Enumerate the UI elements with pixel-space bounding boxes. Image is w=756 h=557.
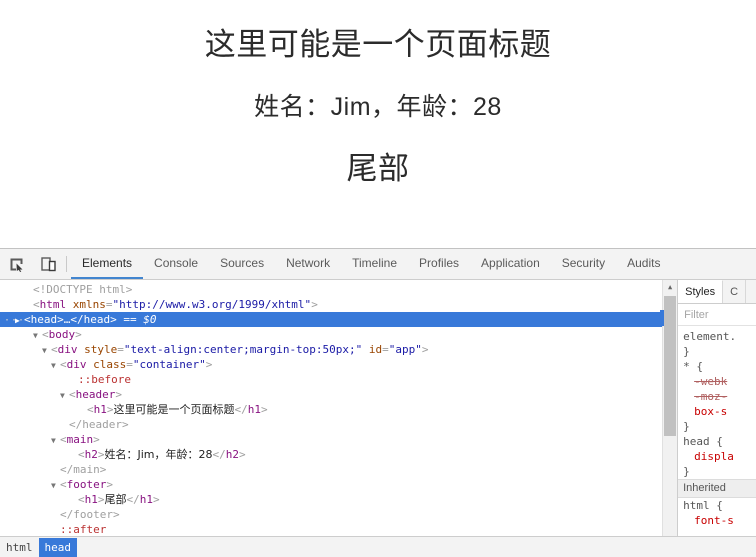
css-line[interactable]: element.	[678, 329, 756, 344]
dom-row-h2-body[interactable]: <h2>姓名：Jim，年龄：28</h2>	[0, 447, 677, 462]
styles-filter-input[interactable]: Filter	[678, 304, 756, 326]
dom-row-h1-title[interactable]: <h1>这里可能是一个页面标题</h1>	[0, 402, 677, 417]
dom-row-h1-footer[interactable]: <h1>尾部</h1>	[0, 492, 677, 507]
page-title: 这里可能是一个页面标题	[204, 27, 552, 62]
css-line[interactable]: html {	[678, 498, 756, 513]
css-line[interactable]: displa	[678, 449, 756, 464]
disclosure-triangle-icon[interactable]: ▶	[15, 313, 24, 327]
tab-timeline[interactable]: Timeline	[341, 249, 408, 279]
toolbar-icon-group	[0, 249, 32, 279]
page-viewport: 这里可能是一个页面标题 姓名：Jim，年龄：28 尾部	[0, 0, 756, 248]
disclosure-triangle-icon[interactable]: ▼	[42, 343, 51, 357]
device-toolbar-icon[interactable]	[38, 254, 58, 274]
styles-rule-group-element: element.} * {-webk -moz-box-s}	[678, 329, 756, 434]
disclosure-triangle-icon[interactable]: ▼	[51, 433, 60, 447]
devtools-tabs: Elements Console Sources Network Timelin…	[71, 249, 671, 279]
page-body-text: 姓名：Jim，年龄：28	[254, 92, 502, 121]
dom-tree: <!DOCTYPE html> <html xmlns="http://www.w…	[0, 280, 678, 552]
tab-computed[interactable]: C	[723, 280, 747, 303]
css-line[interactable]: }	[678, 419, 756, 434]
css-line[interactable]: * {	[678, 359, 756, 374]
dom-row-main-close[interactable]: </main>	[0, 462, 677, 477]
tab-console[interactable]: Console	[143, 249, 209, 279]
dom-tree-pane: <!DOCTYPE html> <html xmlns="http://www.w…	[0, 280, 678, 557]
more-dots-icon: ···	[4, 315, 26, 326]
dom-row-footer-open[interactable]: ▼ <footer>	[0, 477, 677, 492]
toolbar-divider	[66, 256, 67, 272]
dom-row-header-open[interactable]: ▼ <header>	[0, 387, 677, 402]
dom-tree-scrollbar[interactable]: ▲ ▼	[660, 280, 678, 557]
devtools-panel: Elements Console Sources Network Timelin…	[0, 248, 756, 557]
css-line[interactable]: -webk	[678, 374, 756, 389]
breadcrumb-item-html[interactable]: html	[0, 538, 39, 557]
dom-row-doctype[interactable]: <!DOCTYPE html>	[0, 282, 677, 297]
tab-sources[interactable]: Sources	[209, 249, 275, 279]
css-line[interactable]: -moz-	[678, 389, 756, 404]
dom-row-main-open[interactable]: ▼ <main>	[0, 432, 677, 447]
tab-security[interactable]: Security	[551, 249, 616, 279]
tab-elements[interactable]: Elements	[71, 249, 144, 279]
inspect-element-icon[interactable]	[6, 254, 26, 274]
inherited-section-label: Inherited	[678, 479, 756, 498]
styles-rule-group-html: html {font-s	[678, 498, 756, 528]
scrollbar-selection-marker	[660, 310, 665, 326]
dom-row-header-close[interactable]: </header>	[0, 417, 677, 432]
dom-row-div-container[interactable]: ▼ <div class="container">	[0, 357, 677, 372]
dom-row-after[interactable]: ::after	[0, 522, 677, 537]
css-line[interactable]: }	[678, 464, 756, 479]
dom-row-body-open[interactable]: ▼ <body>	[0, 327, 677, 342]
disclosure-triangle-icon[interactable]: ▼	[51, 478, 60, 492]
styles-rule-group-head: head {displa}	[678, 434, 756, 479]
page-footer-text: 尾部	[346, 151, 410, 186]
devtools-toolbar: Elements Console Sources Network Timelin…	[0, 249, 756, 280]
disclosure-triangle-icon[interactable]: ▼	[33, 328, 42, 342]
css-line[interactable]: head {	[678, 434, 756, 449]
disclosure-triangle-icon[interactable]: ▼	[60, 388, 69, 402]
device-toolbar-icon-group	[32, 249, 64, 279]
tab-profiles[interactable]: Profiles	[408, 249, 470, 279]
tab-styles[interactable]: Styles	[678, 280, 724, 303]
styles-pane: Styles C Filter element.} * {-webk -moz-bo…	[677, 280, 756, 557]
dom-row-div-app[interactable]: ▼ <div style="text-align:center;margin-to…	[0, 342, 677, 357]
css-line[interactable]: box-s	[678, 404, 756, 419]
styles-rules-list: element.} * {-webk -moz-box-s} head {displ…	[678, 326, 756, 528]
dom-row-before[interactable]: ::before	[0, 372, 677, 387]
styles-tabbar: Styles C	[678, 280, 756, 304]
disclosure-triangle-icon[interactable]: ▼	[51, 358, 60, 372]
scrollbar-thumb[interactable]	[664, 296, 677, 436]
dom-row-html-open[interactable]: <html xmlns="http://www.w3.org/1999/xhtm…	[0, 297, 677, 312]
tab-application[interactable]: Application	[470, 249, 551, 279]
page-app-container: 这里可能是一个页面标题 姓名：Jim，年龄：28 尾部	[0, 22, 756, 193]
breadcrumb-item-head[interactable]: head	[38, 537, 77, 557]
dom-row-footer-close[interactable]: </footer>	[0, 507, 677, 522]
breadcrumb: html head	[0, 536, 756, 557]
tab-network[interactable]: Network	[275, 249, 341, 279]
devtools-body: <!DOCTYPE html> <html xmlns="http://www.w…	[0, 280, 756, 557]
dom-row-head[interactable]: ···▶ <head>…</head> == $0	[0, 312, 678, 327]
css-line[interactable]: font-s	[678, 513, 756, 528]
css-line[interactable]: }	[678, 344, 756, 359]
tab-audits[interactable]: Audits	[616, 249, 671, 279]
scroll-up-arrow-icon[interactable]: ▲	[663, 280, 677, 294]
